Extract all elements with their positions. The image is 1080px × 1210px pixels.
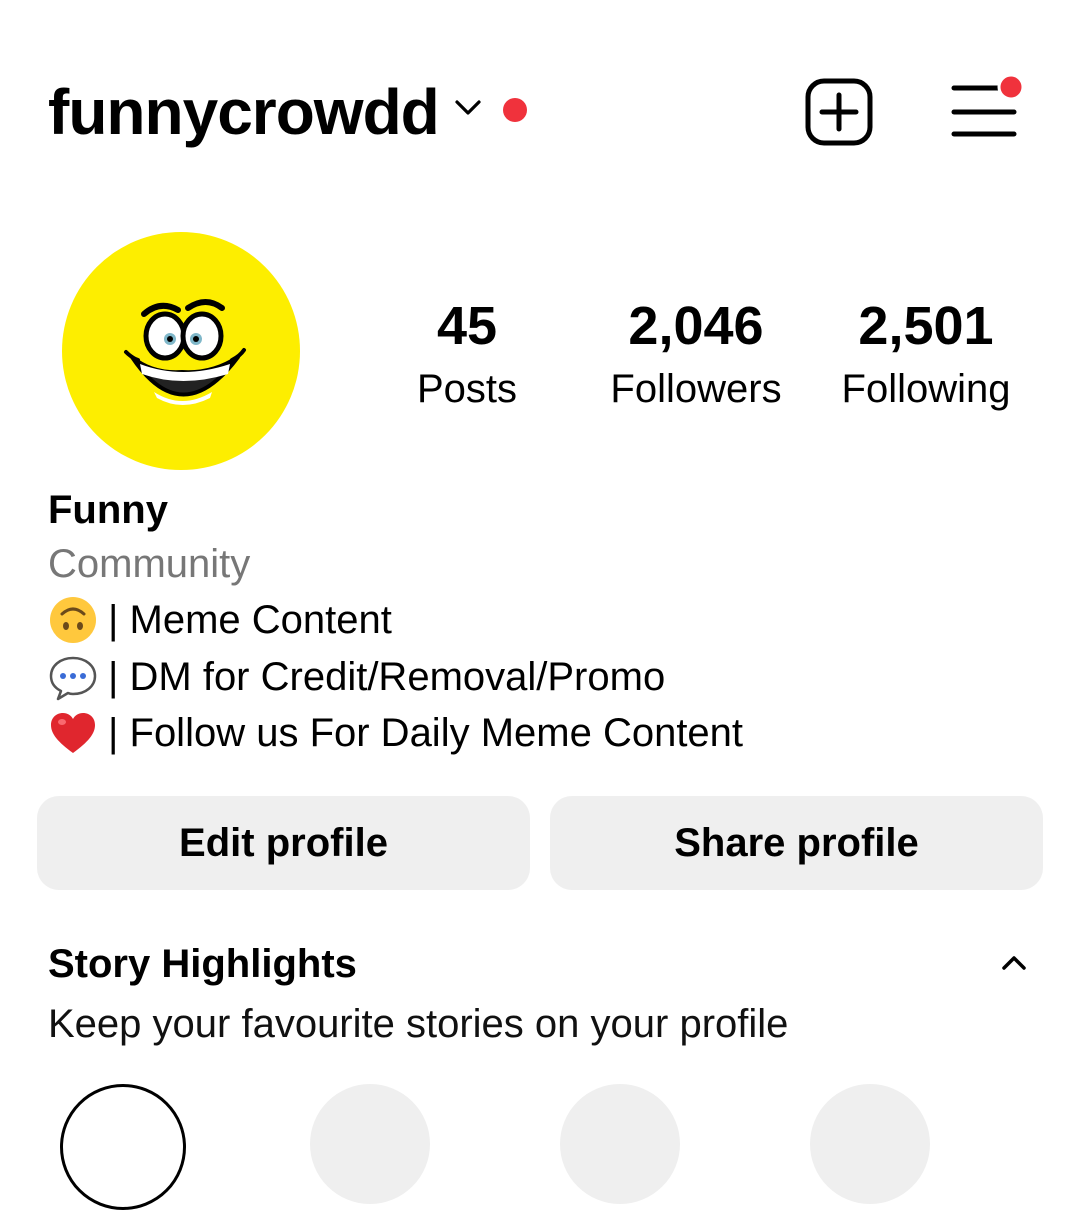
edit-profile-button[interactable]: Edit profile (37, 796, 530, 890)
avatar[interactable] (62, 232, 300, 470)
share-profile-button[interactable]: Share profile (550, 796, 1043, 890)
bio-line: | Meme Content (48, 594, 392, 646)
hamburger-menu-icon[interactable] (950, 76, 1026, 142)
highlight-placeholder (560, 1084, 680, 1204)
plus-square-icon[interactable] (805, 78, 873, 146)
profile-category: Community (48, 542, 251, 586)
notification-dot (503, 98, 527, 122)
profile-name: Funny (48, 488, 168, 532)
bio-text: | DM for Credit/Removal/Promo (108, 655, 666, 699)
story-highlights-subtitle: Keep your favourite stories on your prof… (48, 1002, 789, 1046)
username-title[interactable]: funnycrowdd (48, 72, 440, 152)
stat-value: 2,501 (858, 296, 994, 356)
stat-followers[interactable]: 2,046 Followers (596, 294, 796, 420)
highlight-placeholder (810, 1084, 930, 1204)
stat-value: 45 (436, 296, 498, 356)
bio-text: | Meme Content (108, 598, 392, 642)
stat-label: Posts (416, 367, 518, 411)
stat-label: Followers (610, 367, 782, 411)
stat-value: 2,046 (628, 296, 764, 356)
chevron-up-icon[interactable] (996, 948, 1032, 976)
chevron-down-icon[interactable] (452, 96, 484, 120)
highlight-new-circle[interactable] (60, 1084, 186, 1210)
upside-down-face-icon (50, 597, 96, 643)
bio-text: | Follow us For Daily Meme Content (108, 711, 744, 755)
speech-balloon-icon (49, 656, 97, 701)
red-heart-icon (51, 713, 95, 753)
highlight-placeholder (310, 1084, 430, 1204)
stat-posts[interactable]: 45 Posts (397, 294, 537, 420)
bio-line: | Follow us For Daily Meme Content (48, 707, 743, 759)
stat-label: Following (841, 367, 1011, 411)
bio-line: | DM for Credit/Removal/Promo (48, 651, 665, 703)
stat-following[interactable]: 2,501 Following (830, 294, 1022, 420)
grinning-face-icon (124, 299, 246, 405)
story-highlights-title: Story Highlights (48, 942, 357, 986)
